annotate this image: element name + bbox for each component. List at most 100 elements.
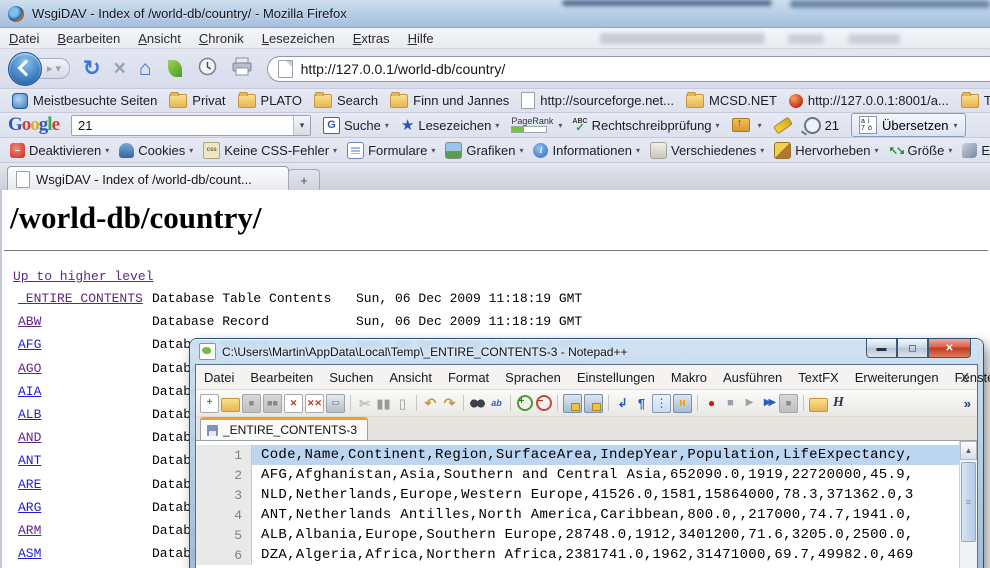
devtool-cookies[interactable]: Cookies▾	[119, 143, 193, 158]
npp-doc-close-x[interactable]: X	[960, 370, 969, 385]
devtool-groesse[interactable]: ↖↘Größe▾	[888, 143, 952, 158]
scroll-up-arrow[interactable]: ▲	[960, 441, 977, 460]
npp-menu-suchen[interactable]: Suchen	[321, 368, 381, 387]
devtool-extras[interactable]: Extras▾	[962, 143, 990, 158]
sync-scroll-vertical-icon[interactable]	[563, 394, 582, 413]
search-dropdown-icon[interactable]: ▾	[293, 116, 310, 135]
npp-menu-erweiterungen[interactable]: Erweiterungen	[847, 368, 947, 387]
entry-link[interactable]: AGO	[18, 361, 41, 376]
npp-menu-bearbeiten[interactable]: Bearbeiten	[242, 368, 321, 387]
zoom-in-icon[interactable]: +	[517, 395, 533, 411]
scrollbar-thumb[interactable]: ≡	[961, 462, 976, 542]
tab-wsgidav[interactable]: WsgiDAV - Index of /world-db/count...	[7, 166, 289, 191]
devtool-formulare[interactable]: Formulare▾	[347, 142, 435, 159]
macro-save-icon[interactable]: ■	[779, 394, 798, 413]
reload-button[interactable]: ↻	[83, 56, 101, 81]
devtool-css[interactable]: cssKeine CSS-Fehler▾	[203, 142, 337, 159]
editor-line[interactable]: 4 ANT,Netherlands Antilles,North America…	[196, 505, 959, 525]
npp-menu-makro[interactable]: Makro	[663, 368, 715, 387]
menu-bearbeiten[interactable]: Bearbeiten	[48, 29, 129, 48]
open-folder-icon[interactable]	[809, 398, 828, 412]
editor-line[interactable]: 2 AFG,Afghanistan,Asia,Southern and Cent…	[196, 465, 959, 485]
npp-menu-sprachen[interactable]: Sprachen	[497, 368, 569, 387]
back-button[interactable]	[8, 52, 42, 86]
entry-link[interactable]: ARM	[18, 523, 41, 538]
forward-button[interactable]: ▸ ▾	[38, 58, 70, 79]
macro-record-icon[interactable]: ●	[703, 395, 720, 412]
new-tab-button[interactable]: +	[288, 169, 320, 192]
menu-hilfe[interactable]: Hilfe	[399, 29, 443, 48]
entry-link[interactable]: ASM	[18, 546, 41, 561]
spellcheck-button[interactable]: Rechtschreibprüfung▾	[592, 118, 720, 133]
npp-menu-datei[interactable]: Datei	[196, 368, 242, 387]
highlighter-icon[interactable]	[773, 116, 793, 134]
bookmark-most-visited[interactable]: Meistbesuchte Seiten	[12, 93, 157, 109]
google-bookmarks-button[interactable]: ★Lesezeichen▾	[401, 116, 499, 134]
show-all-characters-icon[interactable]: ¶	[633, 395, 650, 412]
new-file-icon[interactable]: +	[200, 394, 219, 413]
open-file-icon[interactable]	[221, 398, 240, 412]
close-all-icon[interactable]: ✕✕	[305, 394, 324, 413]
devtool-verschiedenes[interactable]: Verschiedenes▾	[650, 142, 764, 159]
entry-link[interactable]: AFG	[18, 337, 41, 352]
indent-guide-icon[interactable]: ⋮	[652, 394, 671, 413]
macro-stop-icon[interactable]: ■	[722, 395, 739, 412]
copy-icon[interactable]: ▮▮	[375, 395, 392, 412]
url-text[interactable]: http://127.0.0.1/world-db/country/	[301, 61, 506, 77]
menu-extras[interactable]: Extras	[344, 29, 399, 48]
undo-icon[interactable]: ↶	[422, 395, 439, 412]
editor-line[interactable]: 6 DZA,Algeria,Africa,Northern Africa,238…	[196, 545, 959, 565]
bookmark-localhost-8001[interactable]: http://127.0.0.1:8001/a...	[789, 93, 949, 108]
entry-link[interactable]: AIA	[18, 384, 41, 399]
devtool-grafiken[interactable]: Grafiken▾	[445, 142, 523, 159]
word-wrap-icon[interactable]: ↲	[614, 395, 631, 412]
close-file-icon[interactable]: ✕	[284, 394, 303, 413]
history-clock-button[interactable]	[198, 57, 217, 81]
home-button[interactable]: ⌂	[139, 57, 152, 81]
bookmark-folder-search[interactable]: Search	[314, 93, 378, 108]
maximize-button[interactable]: ◻	[897, 339, 928, 358]
sync-scroll-horizontal-icon[interactable]	[584, 394, 603, 413]
google-search-value[interactable]: 21	[78, 118, 92, 133]
devtool-informationen[interactable]: iInformationen▾	[533, 143, 640, 158]
npp-menu-textfx[interactable]: TextFX	[790, 368, 846, 387]
entry-link[interactable]: ARE	[18, 477, 41, 492]
print-icon[interactable]: ▭	[326, 394, 345, 413]
editor-line[interactable]: 1 Code,Name,Continent,Region,SurfaceArea…	[196, 445, 959, 465]
menu-ansicht[interactable]: Ansicht	[129, 29, 190, 48]
stop-button[interactable]: ×	[114, 57, 126, 81]
menu-chronik[interactable]: Chronik	[190, 29, 253, 48]
print-button[interactable]	[231, 57, 253, 81]
entry-link[interactable]: AND	[18, 430, 41, 445]
npp-editor[interactable]: 1 Code,Name,Continent,Region,SurfaceArea…	[196, 440, 977, 568]
google-search-button[interactable]: GSuche▾	[323, 117, 389, 134]
npp-menu-einstellungen[interactable]: Einstellungen	[569, 368, 663, 387]
save-all-icon[interactable]: ■■	[263, 394, 282, 413]
macro-play-icon[interactable]: ▶	[741, 395, 758, 412]
google-search-input[interactable]: 21 ▾	[71, 115, 311, 136]
entry-link[interactable]: ENTIRE CONTENTS	[18, 291, 143, 306]
editor-line[interactable]: 5 ALB,Albania,Europe,Southern Europe,287…	[196, 525, 959, 545]
npp-tab-entire-contents[interactable]: _ENTIRE_CONTENTS-3	[200, 417, 368, 440]
menu-lesezeichen[interactable]: Lesezeichen	[253, 29, 344, 48]
find-icon[interactable]	[469, 395, 486, 412]
close-button[interactable]: ✕	[928, 339, 971, 358]
bookmark-sourceforge[interactable]: http://sourceforge.net...	[521, 92, 674, 109]
devtool-deaktivieren[interactable]: –Deaktivieren▾	[10, 143, 109, 158]
word-find-icon[interactable]	[804, 117, 821, 134]
save-icon[interactable]: ■	[242, 394, 261, 413]
url-bar[interactable]: http://127.0.0.1/world-db/country/	[267, 56, 990, 82]
vertical-scrollbar[interactable]: ▲ ≡	[959, 441, 977, 568]
pagerank-widget[interactable]: PageRank	[511, 117, 553, 133]
bookmark-folder-privat[interactable]: Privat	[169, 93, 225, 108]
bookmark-folder-plato[interactable]: PLATO	[238, 93, 302, 108]
devtool-hervorheben[interactable]: Hervorheben▾	[774, 142, 878, 159]
textfx-h-icon[interactable]: H	[830, 395, 847, 412]
send-to-icon[interactable]	[732, 118, 750, 132]
leaf-icon[interactable]	[168, 60, 182, 77]
npp-menu-ausfuehren[interactable]: Ausführen	[715, 368, 790, 387]
zoom-out-icon[interactable]: −	[536, 395, 552, 411]
npp-menu-format[interactable]: Format	[440, 368, 497, 387]
editor-text-area[interactable]: 1 Code,Name,Continent,Region,SurfaceArea…	[196, 441, 959, 568]
function-completion-icon[interactable]: ʜ	[673, 394, 692, 413]
